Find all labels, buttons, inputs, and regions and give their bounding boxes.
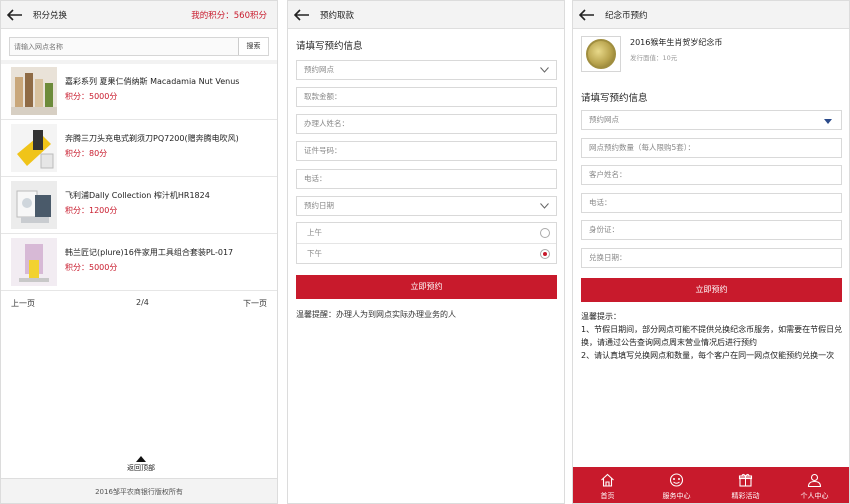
product-name: 嘉彩系列 夏果仁俏纳斯 Macadamia Nut Venus xyxy=(65,77,240,86)
id-card-field[interactable]: 身份证： xyxy=(581,220,842,240)
product-points: 积分：80分 xyxy=(65,149,108,158)
back-to-top-label: 返回顶部 xyxy=(127,464,155,472)
time-radio-group: 上午 下午 xyxy=(296,222,557,264)
page-title: 预约取款 xyxy=(320,11,355,21)
next-page-link[interactable]: 下一页 xyxy=(243,298,267,309)
am-option[interactable]: 上午 xyxy=(297,223,556,243)
gift-icon xyxy=(738,473,753,487)
page-title: 积分兑换 xyxy=(33,11,68,21)
product-image xyxy=(11,67,57,115)
customer-name-field[interactable]: 客户姓名： xyxy=(581,165,842,185)
submit-reservation-button[interactable]: 立即预约 xyxy=(581,278,842,302)
reminder-text: 温馨提醒：办理人为到网点实际办理业务的人 xyxy=(296,310,456,319)
pagination: 上一页 2/4 下一页 xyxy=(1,298,277,312)
form-title: 请填写预约信息 xyxy=(296,41,363,52)
header: 预约取款 xyxy=(288,1,564,29)
tip-item: 1、节假日期间，部分网点可能不提供兑换纪念币服务，如需要在节假日兑换，请通过公告… xyxy=(581,325,843,347)
product-item[interactable]: 韩兰匠记(plure)16件家用工具组合套装PL-017 积分：5000分 xyxy=(1,235,277,291)
back-to-top-button[interactable]: 返回顶部 xyxy=(119,456,163,473)
coin-icon xyxy=(586,39,616,69)
tab-service-center[interactable]: 服务中心 xyxy=(642,467,711,503)
home-icon xyxy=(601,473,614,487)
back-arrow-icon[interactable] xyxy=(7,9,23,21)
exchange-date-field[interactable]: 兑换日期： xyxy=(581,248,842,268)
page-title: 纪念币预约 xyxy=(605,11,648,21)
product-name: 韩兰匠记(plure)16件家用工具组合套装PL-017 xyxy=(65,248,234,257)
product-image xyxy=(11,181,57,229)
form-title: 请填写预约信息 xyxy=(581,93,648,104)
header: 积分兑换 我的积分：560积分 xyxy=(1,1,277,29)
chevron-down-icon xyxy=(540,203,549,209)
tips-title: 温馨提示： xyxy=(581,312,621,321)
service-icon xyxy=(669,473,684,487)
up-arrow-icon xyxy=(136,456,146,462)
tab-label: 个人中心 xyxy=(800,492,829,500)
search-input[interactable] xyxy=(10,38,240,55)
user-icon xyxy=(807,473,822,487)
tab-activities[interactable]: 精彩活动 xyxy=(711,467,780,503)
product-image xyxy=(11,124,57,172)
amount-field[interactable]: 取款金额： xyxy=(296,87,557,107)
copyright-footer: 2016邹平农商银行版权所有 xyxy=(1,478,277,503)
prev-page-link[interactable]: 上一页 xyxy=(11,298,35,309)
coin-reservation-screen: 纪念币预约 2016猴年生肖贺岁纪念币 发行面值：10元 请填写预约信息 预约网… xyxy=(572,0,850,504)
coin-face-value: 发行面值：10元 xyxy=(630,54,678,62)
product-points: 积分：1200分 xyxy=(65,206,118,215)
tab-home[interactable]: 首页 xyxy=(573,467,642,503)
caret-down-icon xyxy=(824,119,832,124)
pm-radio[interactable] xyxy=(540,249,550,259)
id-number-field[interactable]: 证件号码： xyxy=(296,141,557,161)
coin-name: 2016猴年生肖贺岁纪念币 xyxy=(630,38,723,47)
tips-section: 温馨提示： 1、节假日期间，部分网点可能不提供兑换纪念币服务，如需要在节假日兑换… xyxy=(581,310,845,362)
product-points: 积分：5000分 xyxy=(65,92,118,101)
tab-label: 精彩活动 xyxy=(731,492,760,500)
submit-reservation-button[interactable]: 立即预约 xyxy=(296,275,557,299)
product-name: 飞利浦Dally Collection 榨汁机HR1824 xyxy=(65,191,210,200)
page-number: 2/4 xyxy=(136,298,149,307)
product-name: 奔腾三刀头充电式剃须刀PQ7200(赠奔腾电吹风) xyxy=(65,134,239,143)
product-item[interactable]: 嘉彩系列 夏果仁俏纳斯 Macadamia Nut Venus 积分：5000分 xyxy=(1,64,277,120)
quantity-field[interactable]: 网点预约数量（每人限购5套）： xyxy=(581,138,842,158)
bottom-tab-bar: 首页 服务中心 精彩活动 个人中心 xyxy=(573,467,849,503)
pm-option[interactable]: 下午 xyxy=(297,243,556,263)
tab-personal-center[interactable]: 个人中心 xyxy=(780,467,849,503)
am-radio[interactable] xyxy=(540,228,550,238)
product-item[interactable]: 奔腾三刀头充电式剃须刀PQ7200(赠奔腾电吹风) 积分：80分 xyxy=(1,121,277,177)
search-bar: 搜索 xyxy=(9,37,269,56)
my-points-link[interactable]: 我的积分：560积分 xyxy=(191,9,267,21)
branch-select-label: 预约网点 xyxy=(304,65,334,74)
tab-label: 首页 xyxy=(600,492,615,500)
branch-select-label: 预约网点 xyxy=(589,115,619,124)
chevron-down-icon xyxy=(540,67,549,73)
phone-field[interactable]: 电话： xyxy=(581,193,842,213)
search-button[interactable]: 搜索 xyxy=(238,38,268,55)
am-label: 上午 xyxy=(307,228,322,237)
back-arrow-icon[interactable] xyxy=(579,9,595,21)
pm-label: 下午 xyxy=(307,249,322,258)
phone-field[interactable]: 电话： xyxy=(296,169,557,189)
product-image xyxy=(11,238,57,286)
tip-item: 2、请认真填写兑换网点和数量，每个客户在同一网点仅能预约兑换一次 xyxy=(581,351,835,360)
date-select[interactable]: 预约日期 xyxy=(296,196,557,216)
product-item[interactable]: 飞利浦Dally Collection 榨汁机HR1824 积分：1200分 xyxy=(1,178,277,234)
branch-select[interactable]: 预约网点 xyxy=(296,60,557,80)
tab-label: 服务中心 xyxy=(662,492,691,500)
product-points: 积分：5000分 xyxy=(65,263,118,272)
branch-select[interactable]: 预约网点 xyxy=(581,110,842,130)
handler-name-field[interactable]: 办理人姓名： xyxy=(296,114,557,134)
date-select-label: 预约日期 xyxy=(304,201,334,210)
points-exchange-screen: 积分兑换 我的积分：560积分 搜索 嘉彩系列 夏果仁俏纳斯 Macadamia… xyxy=(0,0,278,504)
withdrawal-reservation-screen: 预约取款 请填写预约信息 预约网点 取款金额： 办理人姓名： 证件号码： 电话：… xyxy=(287,0,565,504)
back-arrow-icon[interactable] xyxy=(294,9,310,21)
header: 纪念币预约 xyxy=(573,1,849,29)
coin-image xyxy=(581,36,621,72)
